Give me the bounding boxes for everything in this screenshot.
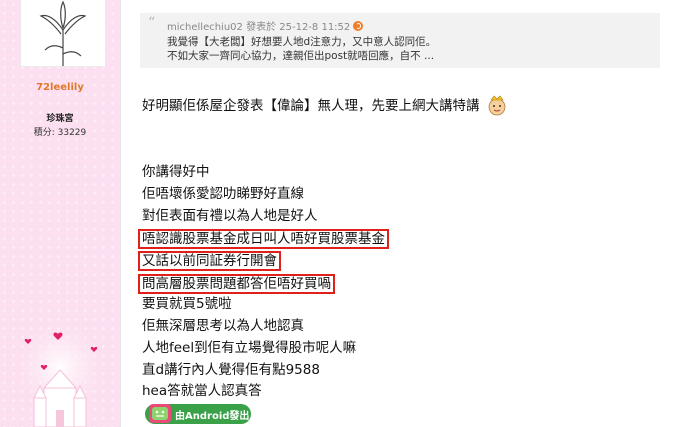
quote-mark-icon: “: [148, 15, 156, 31]
android-icon: [149, 404, 171, 423]
post-line-highlighted: 問高層股票問題都答佢唔好買喎: [138, 274, 335, 294]
castle-badge-icon: [14, 323, 106, 427]
highlight-box: 問高層股票問題都答佢唔好買喎: [138, 274, 335, 294]
highlight-box: 唔認識股票基金成日叫人唔好買股票基金: [138, 229, 389, 249]
post-line: 直d講行內人覺得佢有點9588: [142, 362, 320, 378]
quote-block: “ michellechiu02 發表於 25-12-8 11:52 我覺得【大…: [140, 13, 660, 68]
quote-author-time: michellechiu02 發表於 25-12-8 11:52: [167, 22, 351, 33]
post-line-highlighted: 又話以前同証券行開會: [138, 251, 281, 271]
jump-to-post-icon[interactable]: [353, 21, 364, 31]
emoticon-icon: [488, 95, 506, 116]
avatar[interactable]: [20, 0, 106, 67]
quote-line-1: 我覺得【大老闆】好想要人地d注意力，又中意人認同佢。: [167, 36, 437, 48]
user-rank: 珍珠宮: [46, 114, 74, 124]
user-points: 積分: 33229: [33, 128, 87, 138]
post-line: 佢唔壞係愛認叻睇野好直線: [142, 186, 304, 202]
sidebar-divider: [120, 0, 121, 427]
user-sidebar: 72leelily 珍珠宮 積分: 33229: [0, 0, 120, 427]
quote-line-2: 不如大家一齊同心協力，達親佢出post就唔回應，自不 ...: [167, 50, 435, 62]
android-source-badge[interactable]: 由Android發出: [145, 404, 251, 424]
post-line: 要買就買5號啦: [142, 296, 232, 312]
post-line: 好明顯佢係屋企發表【偉論】無人理，先要上網大講特講: [142, 94, 508, 116]
post-line-highlighted: 唔認識股票基金成日叫人唔好買股票基金: [138, 229, 389, 249]
post-line: 對佢表面有禮以為人地是好人: [142, 208, 318, 224]
quote-meta: michellechiu02 發表於 25-12-8 11:52: [167, 18, 364, 33]
android-label: 由Android發出: [175, 411, 250, 422]
highlight-box: 又話以前同証券行開會: [138, 251, 281, 271]
username[interactable]: 72leelily: [0, 82, 120, 93]
post-text: 好明顯佢係屋企發表【偉論】無人理，先要上網大講特講: [142, 98, 480, 114]
post-line: 你講得好中: [142, 164, 210, 180]
post-line: 人地feel到佢有立場覺得股市呢人嘛: [142, 340, 357, 356]
post-line: 佢無深層思考以為人地認真: [142, 318, 304, 334]
lily-avatar-icon: [39, 0, 87, 66]
post-line: hea答就當人認真答: [142, 383, 262, 399]
